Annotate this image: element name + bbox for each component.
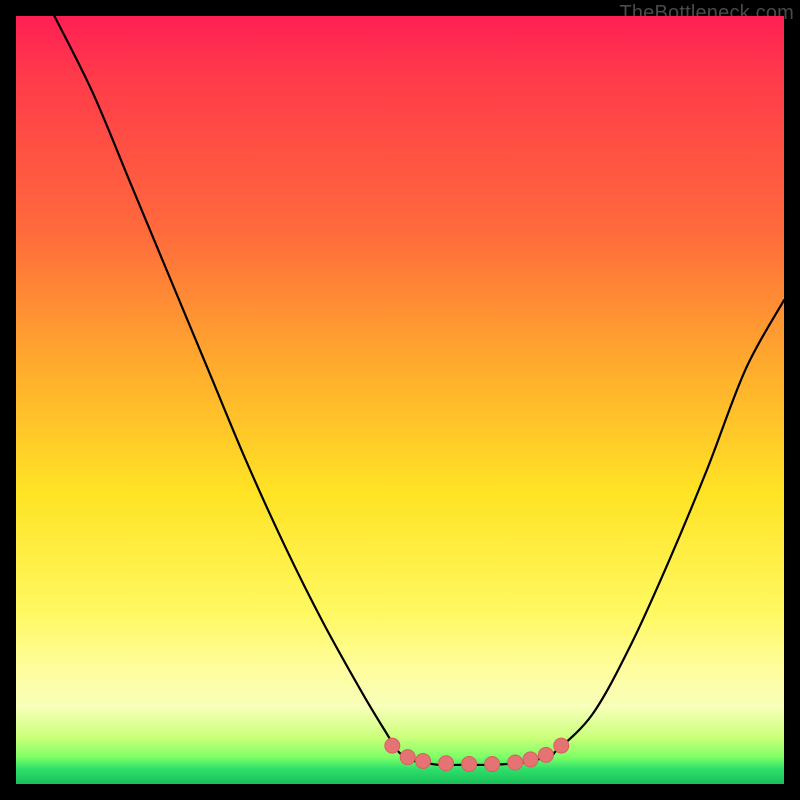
floor-marker — [400, 750, 415, 765]
floor-marker — [485, 757, 500, 772]
floor-marker — [462, 757, 477, 772]
floor-marker — [554, 738, 569, 753]
v-curve-path — [54, 16, 784, 765]
floor-marker — [385, 738, 400, 753]
floor-marker — [523, 752, 538, 767]
floor-marker — [439, 756, 454, 771]
floor-markers — [385, 738, 569, 771]
floor-marker — [508, 755, 523, 770]
plot-area — [16, 16, 784, 784]
floor-marker — [538, 747, 553, 762]
chart-stage: TheBottleneck.com — [0, 0, 800, 800]
bottleneck-curve — [16, 16, 784, 784]
floor-marker — [416, 753, 431, 768]
